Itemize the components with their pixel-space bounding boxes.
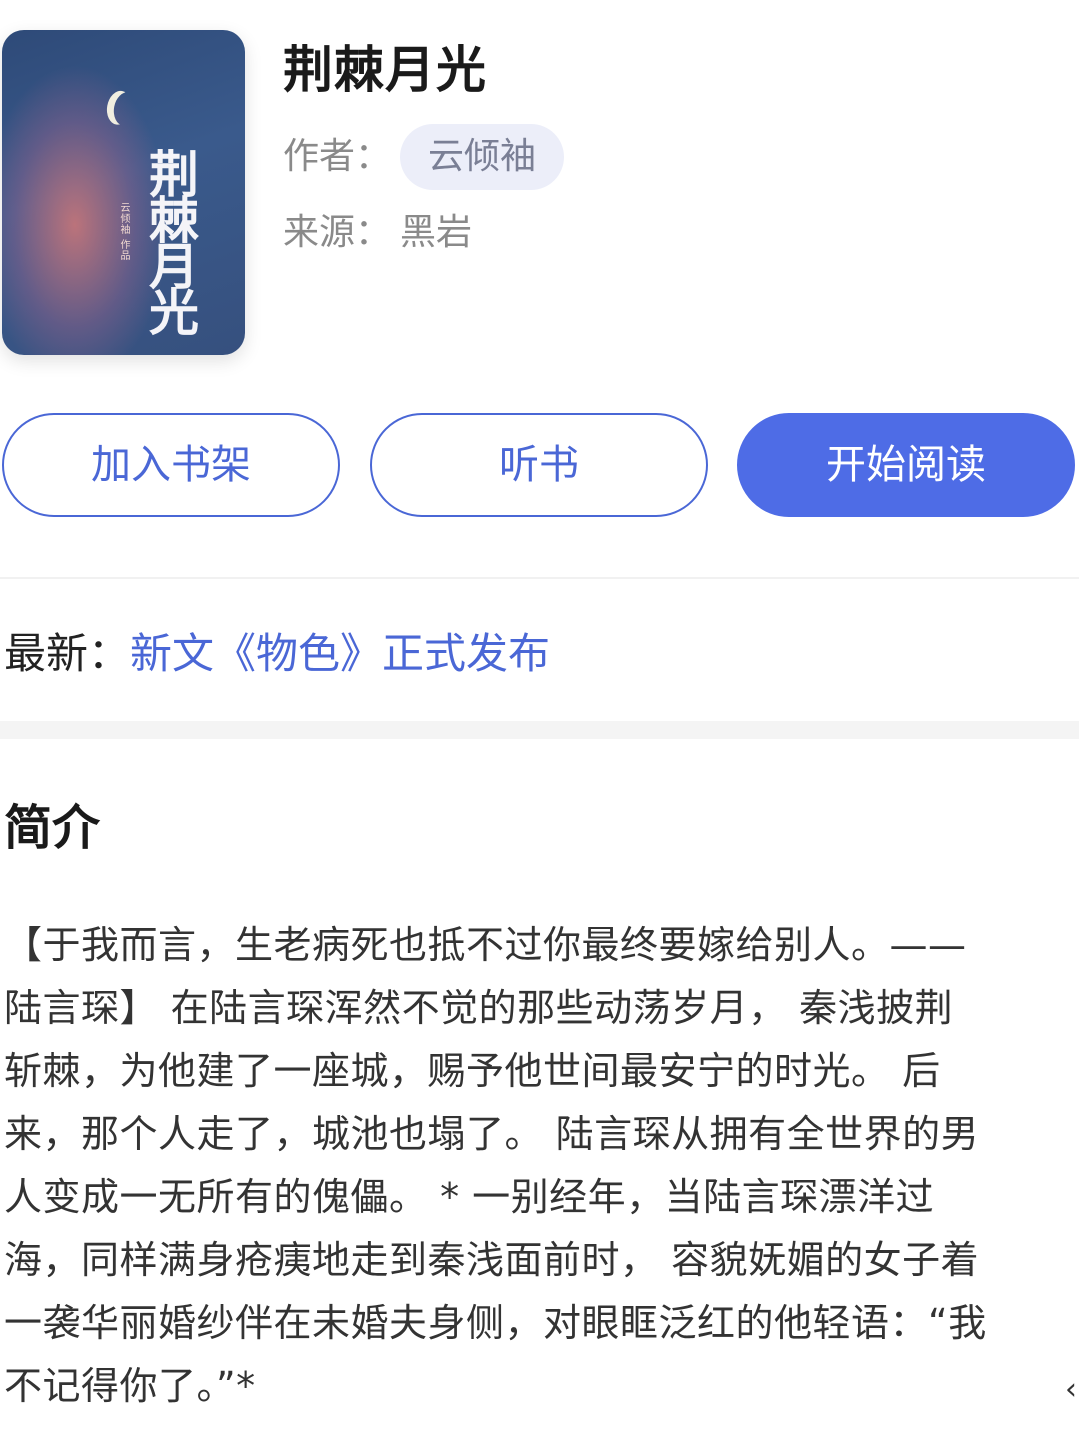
latest-update: 最新：新文《物色》正式发布 bbox=[4, 626, 550, 682]
start-reading-button[interactable]: 开始阅读 bbox=[737, 413, 1075, 517]
intro-line: 一袭华丽婚纱伴在未婚夫身侧，对眼眶泛红的他轻语：“我 bbox=[4, 1301, 987, 1345]
book-title: 荆棘月光 bbox=[283, 41, 487, 99]
intro-line: 来，那个人走了，城池也塌了。 陆言琛从拥有全世界的男 bbox=[4, 1112, 980, 1156]
latest-update-link[interactable]: 新文《物色》正式发布 bbox=[130, 629, 550, 678]
intro-line: 【于我而言，生老病死也抵不过你最终要嫁给别人。—— bbox=[4, 923, 967, 967]
intro-heading: 简介 bbox=[4, 800, 101, 856]
expand-chevron-icon[interactable]: ‹ bbox=[1065, 1372, 1077, 1407]
section-separator bbox=[0, 721, 1079, 739]
moon-graphic bbox=[111, 90, 141, 128]
intro-line: 海，同样满身疮痍地走到秦浅面前时， 容貌妩媚的女子着 bbox=[4, 1238, 980, 1282]
intro-text: 【于我而言，生老病死也抵不过你最终要嫁给别人。—— 陆言琛】 在陆言琛浑然不觉的… bbox=[4, 914, 1074, 1418]
latest-label: 最新： bbox=[4, 629, 131, 678]
book-cover[interactable]: 云倾袖 作品 荆棘月光 bbox=[2, 30, 245, 355]
intro-line: 陆言琛】 在陆言琛浑然不觉的那些动荡岁月， 秦浅披荆 bbox=[4, 986, 954, 1030]
add-to-shelf-button[interactable]: 加入书架 bbox=[2, 413, 340, 517]
divider bbox=[0, 577, 1079, 579]
cover-title-text: 荆棘月光 bbox=[141, 148, 200, 332]
intro-line: 不记得你了。”* bbox=[4, 1364, 256, 1408]
intro-line: 斩棘，为他建了一座城，赐予他世间最安宁的时光。 后 bbox=[4, 1049, 941, 1093]
author-label: 作者： bbox=[283, 136, 392, 177]
source-value: 黑岩 bbox=[400, 212, 473, 253]
listen-button[interactable]: 听书 bbox=[370, 413, 708, 517]
author-chip[interactable]: 云倾袖 bbox=[400, 124, 565, 190]
source-label: 来源： bbox=[283, 212, 392, 253]
intro-line: 人变成一无所有的傀儡。 * 一别经年，当陆言琛漂洋过 bbox=[4, 1175, 935, 1219]
